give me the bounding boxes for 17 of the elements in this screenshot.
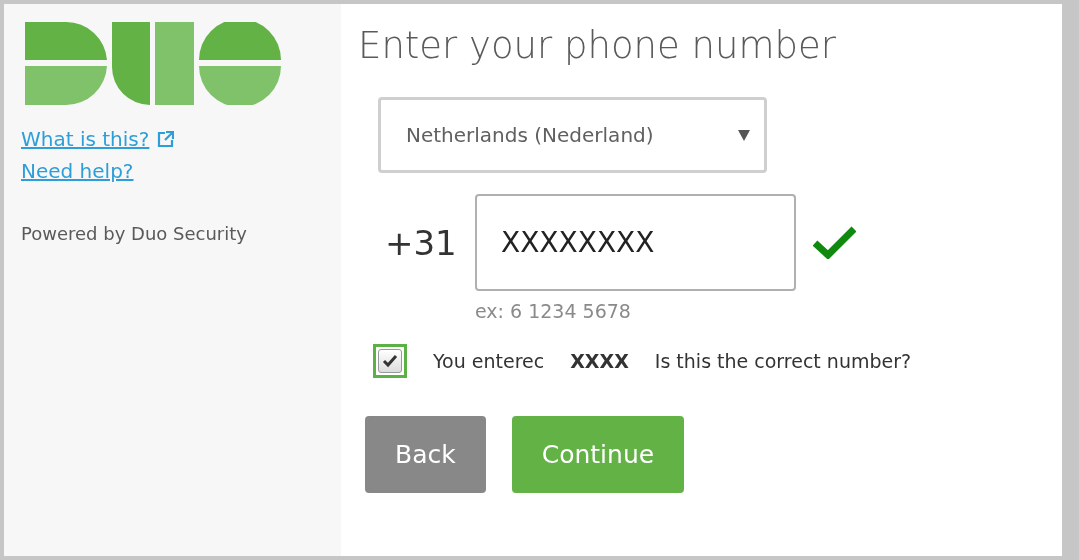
check-icon xyxy=(382,354,398,368)
entered-number: XXXX xyxy=(570,350,629,372)
phone-input[interactable]: XXXXXXXX xyxy=(475,194,796,291)
country-code: +31 xyxy=(385,222,458,263)
phone-hint: ex: 6 1234 5678 xyxy=(475,300,631,322)
powered-by-text: Powered by Duo Security xyxy=(21,223,247,244)
confirm-text: Is this the correct number? xyxy=(654,350,912,372)
help-link[interactable]: Need help? xyxy=(21,159,134,183)
page-title: Enter your phone number xyxy=(358,24,836,67)
external-link-icon xyxy=(157,130,175,148)
continue-button[interactable]: Continue xyxy=(511,416,685,493)
caret-icon xyxy=(738,129,750,141)
confirm-checkbox[interactable] xyxy=(373,344,407,378)
confirm-text: You enterec xyxy=(433,350,545,372)
back-button[interactable]: Back xyxy=(365,416,486,493)
help-link[interactable]: What is this? xyxy=(21,127,175,151)
country-select[interactable]: Netherlands (Nederland) xyxy=(378,97,767,173)
